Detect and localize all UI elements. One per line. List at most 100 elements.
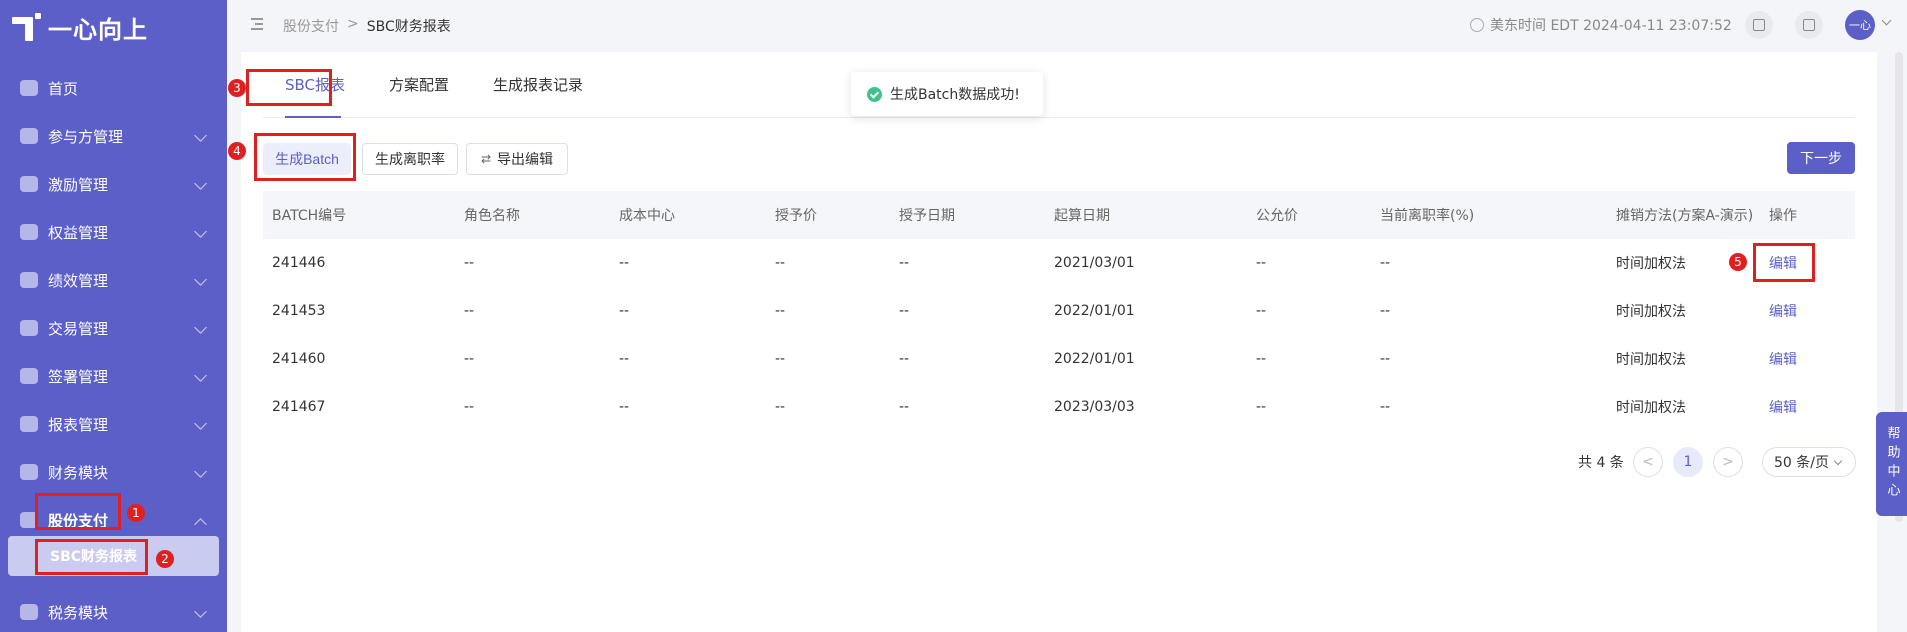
logo-icon — [12, 12, 42, 43]
cell: -- — [775, 303, 786, 319]
col-grant-date: 授予日期 — [899, 208, 955, 224]
sidebar-item-home[interactable]: 首页 — [0, 64, 227, 112]
help-center-button[interactable]: 帮助中心 — [1876, 412, 1907, 516]
cell: -- — [1256, 351, 1267, 367]
cell: 2022/01/01 — [1054, 303, 1135, 319]
page-size-select[interactable]: 50 条/页 — [1762, 447, 1856, 477]
annotation-badge-5: 5 — [1729, 253, 1747, 271]
toast-message: 生成Batch数据成功! — [890, 87, 1020, 103]
sidebar-item-signing[interactable]: 签署管理 — [0, 352, 227, 400]
pager-prev-button[interactable]: < — [1633, 447, 1663, 477]
success-toast: 生成Batch数据成功! — [851, 72, 1043, 116]
collapse-menu-icon[interactable] — [247, 17, 263, 31]
cell: -- — [775, 351, 786, 367]
cell: 241467 — [272, 399, 326, 415]
cell: 时间加权法 — [1616, 400, 1686, 416]
chevron-down-icon — [194, 273, 207, 286]
chevron-down-icon[interactable] — [1881, 15, 1892, 26]
cell: -- — [619, 303, 630, 319]
cell: -- — [619, 399, 630, 415]
breadcrumb: 股份支付 > SBC财务报表 — [283, 16, 451, 36]
pager-page-1[interactable]: 1 — [1673, 447, 1703, 477]
table-header-row: BATCH编号 角色名称 成本中心 授予价 授予日期 起算日期 公允价 当前离职… — [263, 191, 1855, 239]
annotation-box-5 — [1753, 243, 1815, 282]
cell: 时间加权法 — [1616, 352, 1686, 368]
trading-icon — [20, 320, 38, 336]
logo-text: 一心向上 — [48, 16, 148, 44]
avatar[interactable]: 一心 — [1845, 10, 1875, 40]
generate-turnover-button[interactable]: 生成离职率 — [362, 143, 458, 175]
sidebar-item-equity[interactable]: 权益管理 — [0, 208, 227, 256]
edit-link[interactable]: 编辑 — [1760, 335, 1855, 383]
chevron-down-icon — [194, 177, 207, 190]
cell: -- — [899, 255, 910, 271]
col-cost-center: 成本中心 — [619, 208, 675, 224]
annotation-box-2 — [35, 539, 148, 575]
cell: -- — [1256, 303, 1267, 319]
tab-report-history[interactable]: 生成报表记录 — [493, 74, 583, 95]
chevron-down-icon — [194, 129, 207, 142]
check-circle-icon — [867, 86, 882, 102]
cell: -- — [899, 303, 910, 319]
chevron-down-icon — [194, 321, 207, 334]
clock-icon — [1470, 18, 1484, 32]
export-edit-button[interactable]: ⇄ 导出编辑 — [466, 143, 568, 175]
swap-icon: ⇄ — [480, 152, 492, 166]
table-row: 241446 -- -- -- -- 2021/03/01 -- -- 时间加权法 编辑 — [263, 239, 1855, 287]
cell: -- — [464, 351, 475, 367]
cell: -- — [1380, 399, 1391, 415]
annotation-badge-3: 3 — [228, 79, 246, 97]
chevron-up-icon — [194, 518, 207, 531]
next-step-button[interactable]: 下一步 — [1787, 142, 1855, 174]
cell: -- — [899, 351, 910, 367]
cell: 241446 — [272, 255, 326, 271]
time-text: 美东时间 EDT 2024-04-11 23:07:52 — [1490, 18, 1732, 34]
cell: -- — [464, 399, 475, 415]
cell: 2021/03/01 — [1054, 255, 1135, 271]
cell: -- — [619, 255, 630, 271]
col-fair-value: 公允价 — [1256, 208, 1298, 224]
breadcrumb-parent[interactable]: 股份支付 — [283, 16, 339, 36]
cell: 2022/01/01 — [1054, 351, 1135, 367]
tab-plan-config[interactable]: 方案配置 — [389, 74, 449, 95]
cell: -- — [775, 399, 786, 415]
chevron-down-icon — [194, 369, 207, 382]
pager-next-button[interactable]: > — [1713, 447, 1743, 477]
cell: 时间加权法 — [1616, 304, 1686, 320]
sidebar-item-performance[interactable]: 绩效管理 — [0, 256, 227, 304]
cell: -- — [1256, 255, 1267, 271]
sidebar-item-reports[interactable]: 报表管理 — [0, 400, 227, 448]
table-row: 241460 -- -- -- -- 2022/01/01 -- -- 时间加权法 编辑 — [263, 335, 1855, 383]
edit-link[interactable]: 编辑 — [1760, 383, 1855, 431]
annotation-badge-2: 2 — [156, 550, 174, 568]
reports-icon — [20, 416, 38, 432]
breadcrumb-separator: > — [347, 16, 359, 32]
logo[interactable]: 一心向上 — [12, 10, 148, 45]
shirt-icon[interactable] — [1795, 11, 1823, 39]
annotation-box-4 — [254, 133, 356, 181]
annotation-box-1 — [35, 493, 121, 530]
table-row: 241453 -- -- -- -- 2022/01/01 -- -- 时间加权法 编辑 — [263, 287, 1855, 335]
sidebar-item-finance[interactable]: 财务模块 — [0, 448, 227, 496]
sidebar: 一心向上 首页 参与方管理 激励管理 权益管理 绩效管理 交易管理 签署管理 报… — [0, 0, 227, 632]
sidebar-item-tax[interactable]: 税务模块 — [0, 588, 227, 632]
cell: -- — [464, 255, 475, 271]
cell: -- — [1380, 303, 1391, 319]
chevron-down-icon — [194, 605, 207, 618]
header: 股份支付 > SBC财务报表 美东时间 EDT 2024-04-11 23:07… — [227, 0, 1907, 52]
col-turnover: 当前离职率(%) — [1380, 208, 1475, 224]
edit-link[interactable]: 编辑 — [1760, 287, 1855, 335]
annotation-box-3 — [246, 69, 332, 106]
sidebar-item-participants[interactable]: 参与方管理 — [0, 112, 227, 160]
sbc-batch-table: BATCH编号 角色名称 成本中心 授予价 授予日期 起算日期 公允价 当前离职… — [263, 191, 1855, 431]
participants-icon — [20, 128, 38, 144]
annotation-badge-1: 1 — [127, 504, 145, 522]
time-display: 美东时间 EDT 2024-04-11 23:07:52 — [1470, 15, 1732, 35]
breadcrumb-current: SBC财务报表 — [366, 19, 451, 35]
cell: 241460 — [272, 351, 326, 367]
cell: -- — [1380, 255, 1391, 271]
col-grant-price: 授予价 — [775, 208, 817, 224]
clipboard-icon[interactable] — [1745, 11, 1773, 39]
sidebar-item-trading[interactable]: 交易管理 — [0, 304, 227, 352]
sidebar-item-incentive[interactable]: 激励管理 — [0, 160, 227, 208]
